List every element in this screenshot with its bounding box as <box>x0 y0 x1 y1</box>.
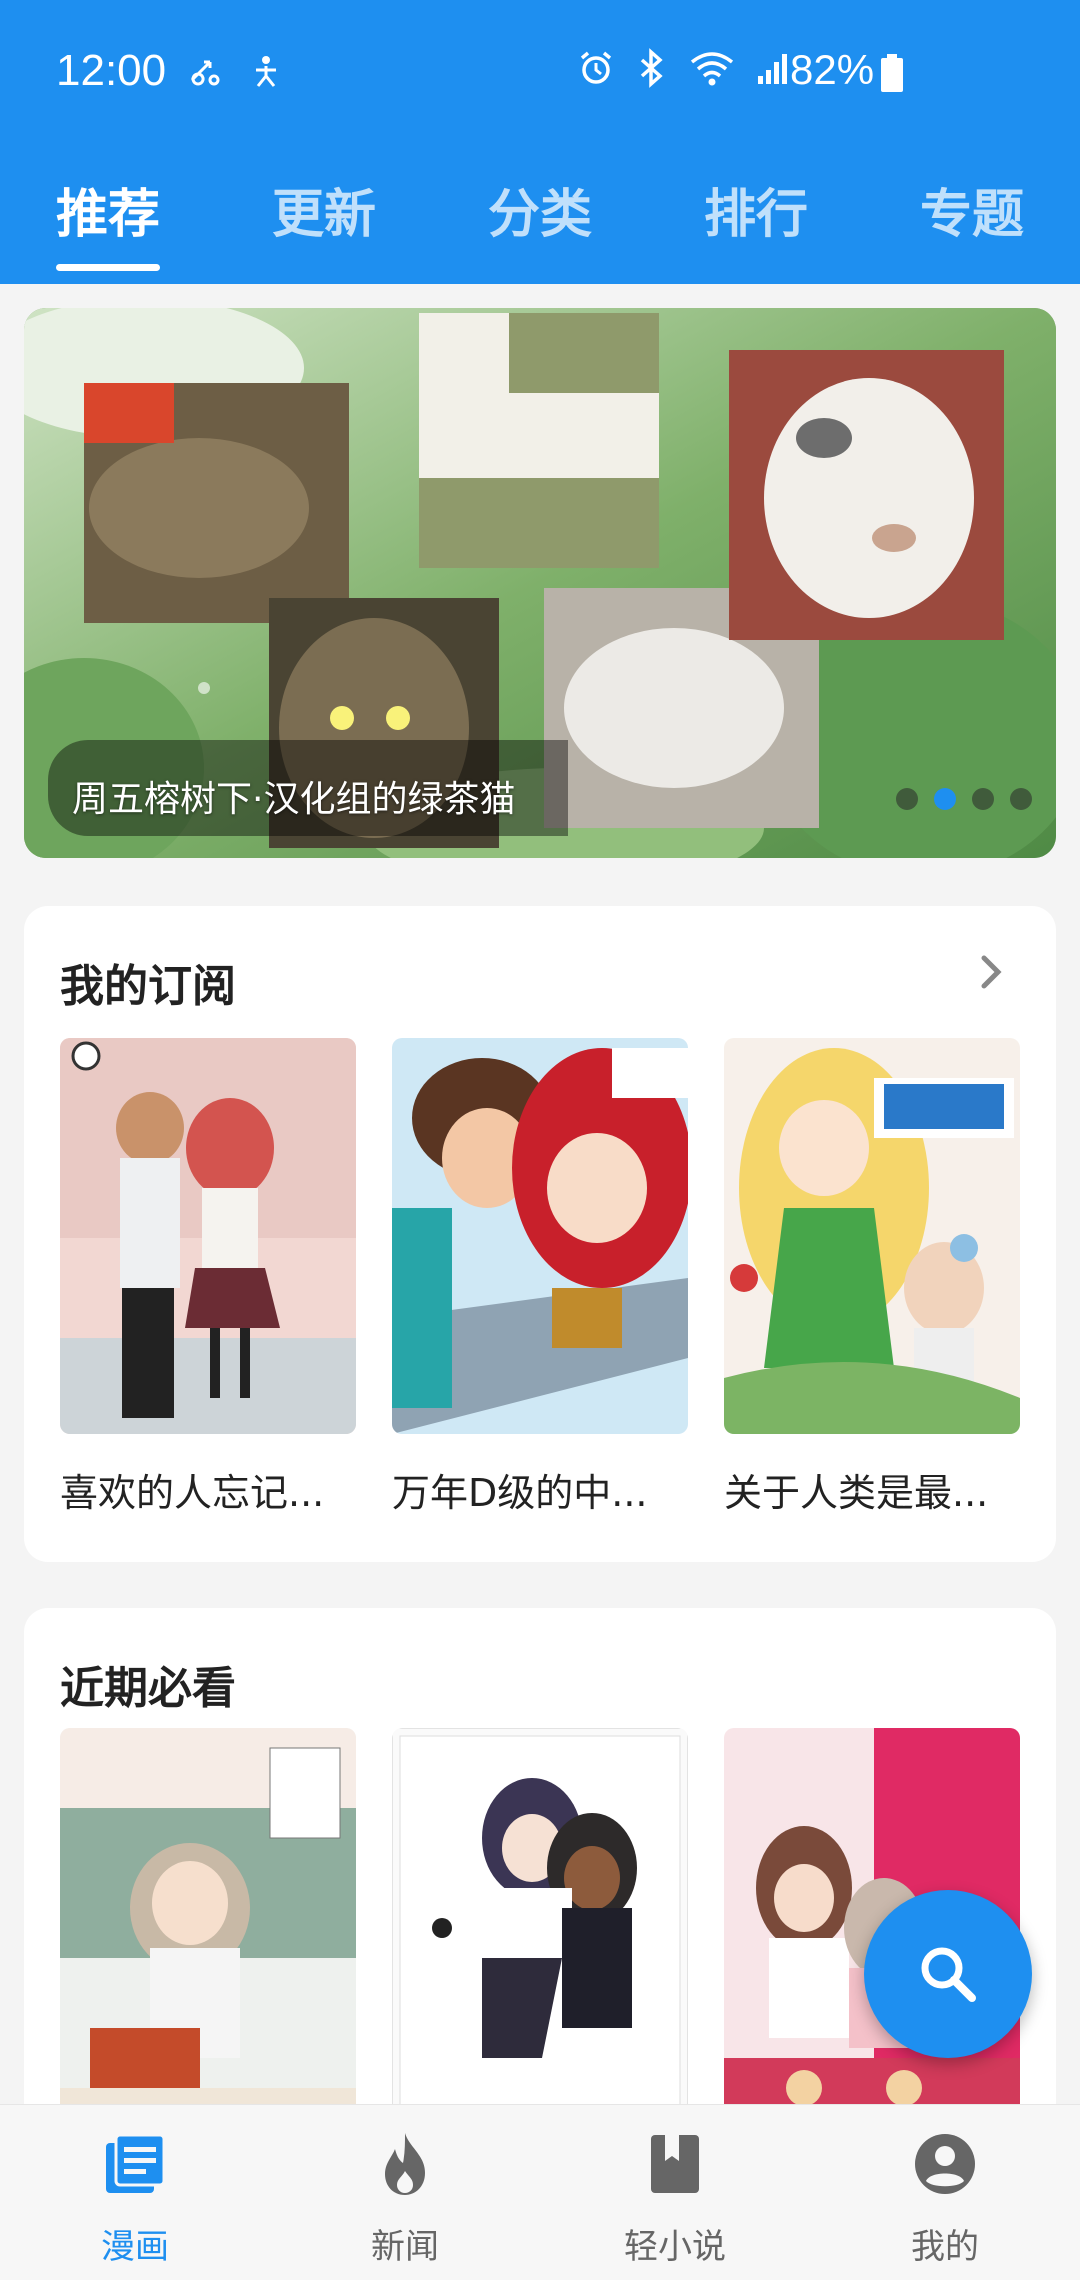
alarm-icon <box>580 51 612 84</box>
nav-label: 我的 <box>911 2227 979 2267</box>
nav-item-light-novel[interactable]: 轻小说 <box>540 2105 810 2280</box>
flame-icon <box>385 2133 425 2195</box>
comic-icon <box>106 2133 166 2193</box>
tab-topics[interactable]: 专题 <box>920 172 1024 247</box>
accessibility-icon <box>256 56 276 87</box>
comic-title[interactable]: 万年D级的中... <box>392 1462 648 1517</box>
battery-icon <box>881 54 903 92</box>
book-icon <box>651 2135 699 2193</box>
status-time: 12:00 <box>56 46 167 95</box>
status-bar: 12:00 82% <box>0 40 1080 106</box>
comic-cover[interactable] <box>392 1728 688 2124</box>
account-icon <box>915 2134 975 2194</box>
carousel-indicator <box>896 788 1032 810</box>
carousel-dot-active[interactable] <box>934 788 956 810</box>
nav-item-profile[interactable]: 我的 <box>810 2105 1080 2280</box>
comic-cover[interactable] <box>392 1038 688 1434</box>
app-header: 12:00 82% 推荐 更新 分类 排行 专题 <box>0 0 1080 284</box>
comic-cover[interactable] <box>724 1038 1020 1434</box>
wifi-icon <box>690 52 734 86</box>
nav-label: 漫画 <box>101 2227 169 2267</box>
battery-percent: 82% <box>790 46 875 93</box>
tab-updates[interactable]: 更新 <box>272 172 376 247</box>
nav-item-comics[interactable]: 漫画 <box>0 2105 270 2280</box>
subscriptions-section: 我的订阅 喜欢的人忘记... 万年D级的中... 关于人类是最... <box>24 906 1056 1562</box>
signal-icon <box>758 54 787 84</box>
bluetooth-icon <box>640 48 663 88</box>
search-button[interactable] <box>864 1890 1032 2058</box>
chevron-right-icon[interactable] <box>976 950 1006 994</box>
section-title-subscriptions: 我的订阅 <box>60 961 236 1012</box>
tab-recommend[interactable]: 推荐 <box>56 172 160 247</box>
tab-categories[interactable]: 分类 <box>488 172 592 247</box>
comic-title[interactable]: 关于人类是最... <box>724 1462 988 1517</box>
search-icon <box>921 1947 976 2002</box>
comic-cover[interactable] <box>60 1728 356 2124</box>
carousel-dot[interactable] <box>896 788 918 810</box>
comic-title[interactable]: 喜欢的人忘记... <box>60 1462 324 1517</box>
recent-section: 近期必看 <box>24 1608 1056 2128</box>
tab-indicator <box>56 264 160 271</box>
usb-icon <box>190 60 220 86</box>
carousel-dot[interactable] <box>1010 788 1032 810</box>
banner-caption: 周五榕树下·汉化组的绿茶猫 <box>72 779 516 820</box>
nav-label: 新闻 <box>371 2227 439 2267</box>
tab-ranking[interactable]: 排行 <box>704 172 808 247</box>
bottom-navigation: 漫画 新闻 轻小说 我的 <box>0 2104 1080 2280</box>
section-title-recent: 近期必看 <box>60 1663 236 1714</box>
comic-cover[interactable] <box>60 1038 356 1434</box>
nav-item-news[interactable]: 新闻 <box>270 2105 540 2280</box>
top-tabs: 推荐 更新 分类 排行 专题 <box>0 160 1080 284</box>
nav-label: 轻小说 <box>624 2227 726 2267</box>
banner-carousel[interactable]: 周五榕树下·汉化组的绿茶猫 <box>24 308 1056 858</box>
carousel-dot[interactable] <box>972 788 994 810</box>
